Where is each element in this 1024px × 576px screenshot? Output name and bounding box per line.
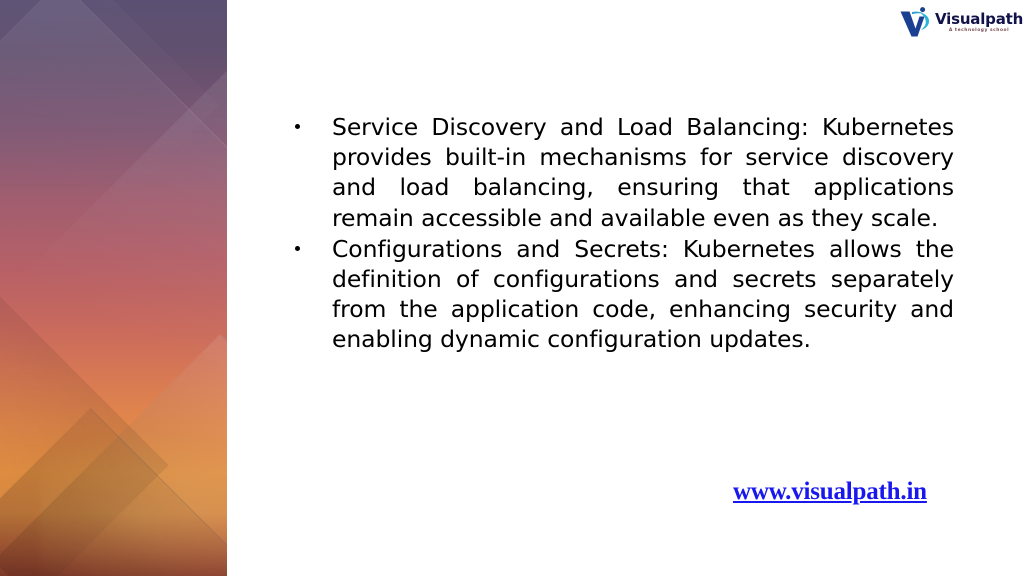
list-item: Service Discovery and Load Balancing: Ku… (289, 112, 954, 233)
bullet-list: Service Discovery and Load Balancing: Ku… (289, 112, 954, 355)
slide-body-content: Service Discovery and Load Balancing: Ku… (289, 112, 954, 355)
bullet-dot-icon (295, 124, 300, 129)
bullet-text: Service Discovery and Load Balancing: Ku… (332, 113, 954, 232)
logo-tagline: A technology school (948, 28, 1010, 34)
list-item: Configurations and Secrets: Kubernetes a… (289, 234, 954, 355)
bullet-text: Configurations and Secrets: Kubernetes a… (332, 234, 954, 354)
decorative-gradient-panel (0, 0, 227, 576)
visualpath-v-icon (900, 7, 930, 37)
logo-text-block: Visualpath A technology school (935, 12, 1023, 33)
slide-canvas: Visualpath A technology school Service D… (0, 0, 1024, 576)
bullet-dot-icon (295, 245, 300, 251)
logo-wordmark: Visualpath (935, 10, 1024, 29)
visualpath-logo: Visualpath A technology school (898, 2, 1023, 44)
website-link[interactable]: www.visualpath.in (733, 478, 927, 506)
